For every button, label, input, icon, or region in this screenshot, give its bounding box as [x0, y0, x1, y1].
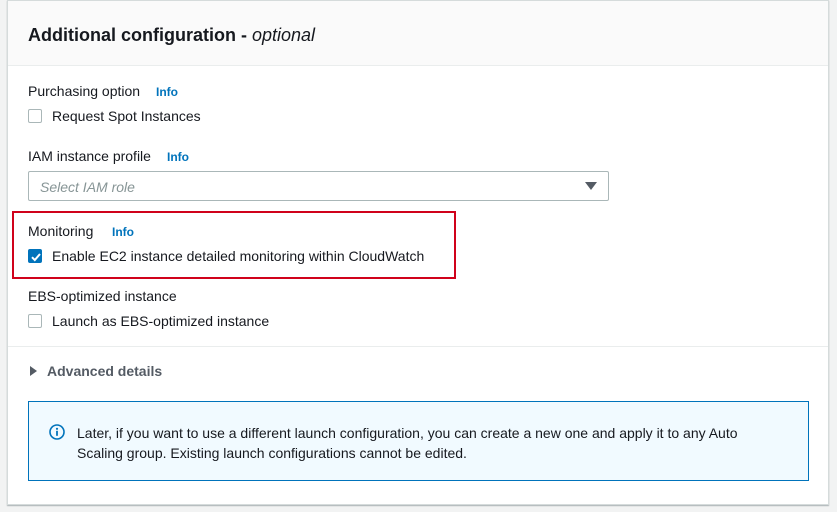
info-alert: Later, if you want to use a different la… [28, 401, 809, 481]
detailed-monitoring-checkbox[interactable] [28, 249, 42, 263]
iam-instance-profile-info-link[interactable]: Info [167, 150, 189, 164]
panel-header: Additional configuration - optional [8, 1, 828, 66]
ebs-optimized-checkbox[interactable] [28, 314, 42, 328]
monitoring-info-link[interactable]: Info [112, 225, 134, 239]
request-spot-instances-checkbox[interactable] [28, 109, 42, 123]
advanced-details-toggle[interactable]: Advanced details [47, 363, 162, 379]
purchasing-option-info-link[interactable]: Info [156, 85, 178, 99]
monitoring-highlight-box [12, 211, 456, 279]
additional-configuration-panel: Additional configuration - optional Purc… [7, 0, 829, 505]
iam-role-select-placeholder: Select IAM role [40, 179, 135, 195]
monitoring-label: Monitoring [28, 223, 94, 239]
panel-title-text: Additional configuration - [28, 25, 252, 45]
request-spot-instances-label[interactable]: Request Spot Instances [52, 108, 201, 124]
iam-role-select[interactable]: Select IAM role [28, 171, 609, 201]
info-circle-icon [49, 424, 65, 440]
iam-instance-profile-label: IAM instance profile [28, 148, 151, 164]
detailed-monitoring-label[interactable]: Enable EC2 instance detailed monitoring … [52, 248, 424, 264]
purchasing-option-label: Purchasing option [28, 83, 141, 99]
panel-title-optional: optional [251, 25, 316, 45]
info-alert-text: Later, if you want to use a different la… [77, 425, 738, 461]
ebs-optimized-label: EBS-optimized instance [28, 288, 177, 304]
caret-down-icon [585, 182, 597, 190]
ebs-optimized-checkbox-label[interactable]: Launch as EBS-optimized instance [52, 313, 269, 329]
checkmark-icon [31, 253, 41, 262]
caret-right-icon[interactable] [30, 366, 37, 376]
section-divider [8, 346, 828, 347]
panel-title: Additional configuration - optional [28, 25, 315, 46]
